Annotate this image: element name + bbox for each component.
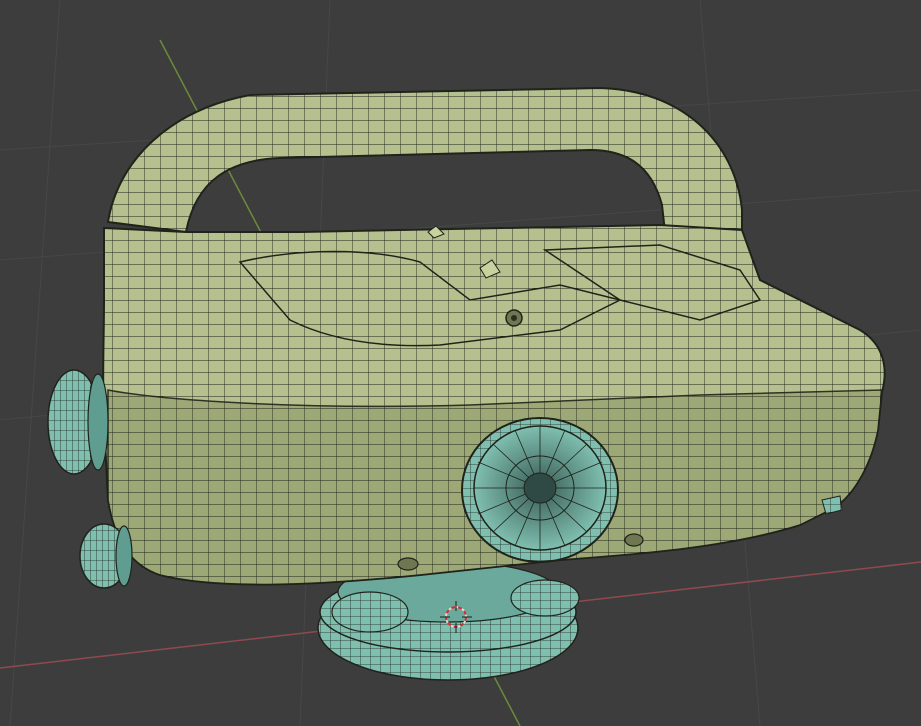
eyepiece-lens[interactable] bbox=[461, 417, 619, 563]
viewport-canvas[interactable] bbox=[0, 0, 921, 726]
focus-knob-lower[interactable] bbox=[79, 523, 133, 589]
focus-knob-upper[interactable] bbox=[47, 369, 109, 475]
3d-viewport[interactable] bbox=[0, 0, 921, 726]
